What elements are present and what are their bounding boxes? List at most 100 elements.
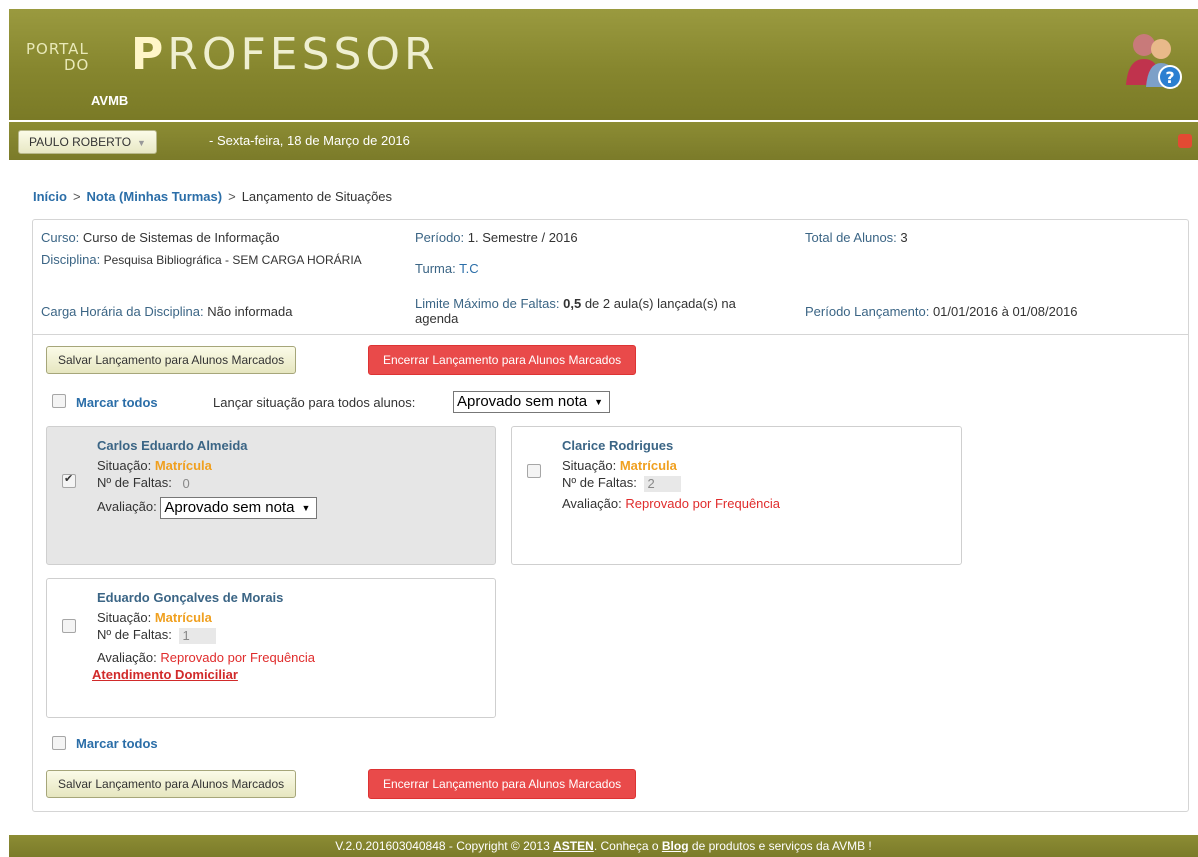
chevron-down-icon: ▼ — [301, 503, 311, 513]
current-date: - Sexta-feira, 18 de Março de 2016 — [209, 133, 410, 148]
launch-all-select[interactable]: Aprovado sem nota ▼ — [453, 391, 611, 413]
mark-all-label-bottom[interactable]: Marcar todos — [76, 736, 158, 751]
student-checkbox[interactable] — [62, 472, 76, 488]
footer: V.2.0.201603040848 - Copyright © 2013 AS… — [9, 835, 1198, 857]
student-name: Carlos Eduardo Almeida — [97, 438, 248, 453]
close-marked-button-bottom[interactable]: Encerrar Lançamento para Alunos Marcados — [368, 769, 637, 799]
student-faltas: Nº de Faltas: 1 — [97, 627, 217, 644]
student-name: Clarice Rodrigues — [562, 438, 674, 453]
power-icon[interactable] — [1178, 134, 1192, 148]
periodo-value: 1. Semestre / 2016 — [467, 230, 578, 245]
carga-horaria-label: Carga Horária da Disciplina: — [41, 304, 204, 319]
faltas-label: Nº de Faltas: — [562, 475, 637, 490]
student-name: Eduardo Gonçalves de Morais — [97, 590, 284, 605]
situacao-label: Situação: — [97, 610, 152, 625]
save-marked-button-bottom[interactable]: Salvar Lançamento para Alunos Marcados — [46, 770, 297, 798]
mark-all-checkbox[interactable] — [52, 394, 66, 408]
save-marked-button[interactable]: Salvar Lançamento para Alunos Marcados — [46, 346, 297, 374]
periodo-info: Período: 1. Semestre / 2016 — [415, 230, 578, 245]
svg-text:?: ? — [1165, 68, 1174, 87]
avaliacao-label: Avaliação: — [97, 650, 157, 665]
footer-text: . Conheça o — [593, 839, 659, 853]
limite-faltas-value: 0,5 — [563, 296, 582, 311]
user-bar: PAULO ROBERTO ▼ - Sexta-feira, 18 de Març… — [9, 122, 1198, 160]
limite-faltas-label: Limite Máximo de Faltas: — [415, 296, 560, 311]
footer-text-end: de produtos e serviços da AVMB ! — [691, 839, 872, 853]
user-menu-button[interactable]: PAULO ROBERTO ▼ — [18, 130, 157, 154]
carga-horaria-value: Não informada — [207, 304, 293, 319]
curso-value: Curso de Sistemas de Informação — [82, 230, 280, 245]
logo-line-do: DO — [64, 56, 90, 74]
logo-professor: PROFESSOR — [131, 29, 439, 80]
faltas-input: 2 — [644, 475, 682, 492]
breadcrumb-separator: > — [228, 189, 236, 204]
total-alunos-label: Total de Alunos: — [805, 230, 897, 245]
asten-link[interactable]: ASTEN — [553, 839, 594, 853]
situacao-value: Matrícula — [154, 458, 212, 473]
logo-initial: P — [131, 29, 168, 80]
student-situacao: Situação: Matrícula — [97, 458, 212, 473]
student-situacao: Situação: Matrícula — [562, 458, 677, 473]
logo-subtitle: AVMB — [91, 93, 129, 108]
situacao-label: Situação: — [97, 458, 152, 473]
faltas-input: 1 — [179, 627, 217, 644]
student-situacao: Situação: Matrícula — [97, 610, 212, 625]
curso-label: Curso: — [41, 230, 80, 245]
close-marked-button[interactable]: Encerrar Lançamento para Alunos Marcados — [368, 345, 637, 375]
avaliacao-value: Reprovado por Frequência — [160, 650, 316, 665]
student-faltas: Nº de Faltas: 2 — [562, 475, 682, 492]
total-alunos-info: Total de Alunos: 3 — [805, 230, 908, 245]
avaliacao-value: Aprovado sem nota — [164, 499, 295, 516]
faltas-label: Nº de Faltas: — [97, 627, 172, 642]
breadcrumb-separator: > — [72, 189, 81, 204]
student-faltas: Nº de Faltas: 0 — [97, 475, 216, 492]
footer-version: V.2.0.201603040848 - Copyright © 2013 — [335, 839, 550, 853]
avaliacao-label: Avaliação: — [97, 499, 157, 514]
situacao-value: Matrícula — [619, 458, 677, 473]
student-card[interactable]: Clarice Rodrigues Situação: Matrícula Nº… — [511, 426, 962, 565]
student-card[interactable]: Carlos Eduardo Almeida Situação: Matrícu… — [46, 426, 496, 565]
launch-all-value: Aprovado sem nota — [457, 393, 588, 410]
periodo-lancamento-label: Período Lançamento: — [805, 304, 930, 319]
faltas-input[interactable]: 0 — [179, 476, 216, 492]
total-alunos-value: 3 — [900, 230, 908, 245]
header-banner: PORTAL DO PROFESSOR AVMB ? — [9, 9, 1198, 120]
student-card[interactable]: Eduardo Gonçalves de Morais Situação: Ma… — [46, 578, 496, 718]
situacao-label: Situação: — [562, 458, 617, 473]
periodo-lancamento-info: Período Lançamento: 01/01/2016 à 01/08/2… — [805, 304, 1078, 319]
disciplina-label: Disciplina: — [41, 252, 101, 267]
avaliacao-value: Reprovado por Frequência — [625, 496, 781, 511]
breadcrumb-turmas-link[interactable]: Nota (Minhas Turmas) — [87, 189, 223, 204]
disciplina-value: Pesquisa Bibliográfica - SEM CARGA HORÁR… — [103, 253, 362, 267]
limite-faltas-info: Limite Máximo de Faltas: 0,5 de 2 aula(s… — [415, 296, 775, 326]
users-help-icon[interactable]: ? — [1124, 27, 1184, 91]
avaliacao-select[interactable]: Aprovado sem nota ▼ — [160, 497, 318, 519]
atendimento-domiciliar-link[interactable]: Atendimento Domiciliar — [92, 667, 238, 682]
breadcrumb: Início > Nota (Minhas Turmas) > Lançamento d… — [33, 189, 392, 204]
faltas-label: Nº de Faltas: — [97, 475, 172, 490]
avaliacao-label: Avaliação: — [562, 496, 622, 511]
periodo-lancamento-value: 01/01/2016 à 01/08/2016 — [932, 304, 1078, 319]
launch-all-label: Lançar situação para todos alunos: — [213, 395, 416, 410]
student-avaliacao: Avaliação: Reprovado por Frequência — [562, 496, 780, 511]
carga-horaria-info: Carga Horária da Disciplina: Não informa… — [41, 304, 292, 319]
breadcrumb-home-link[interactable]: Início — [33, 189, 67, 204]
mark-all-label[interactable]: Marcar todos — [76, 395, 158, 410]
blog-link[interactable]: Blog — [662, 839, 689, 853]
disciplina-info: Disciplina: Pesquisa Bibliográfica - SEM… — [41, 252, 391, 268]
curso-info: Curso: Curso de Sistemas de Informação — [41, 230, 279, 245]
student-avaliacao: Avaliação: Reprovado por Frequência — [97, 650, 315, 665]
mark-all-checkbox-bottom[interactable] — [52, 736, 66, 750]
student-avaliacao: Avaliação: Aprovado sem nota ▼ — [97, 496, 318, 519]
situacao-value: Matrícula — [154, 610, 212, 625]
class-info-panel: Curso: Curso de Sistemas de Informação P… — [32, 219, 1189, 336]
periodo-label: Período: — [415, 230, 465, 245]
chevron-down-icon: ▼ — [137, 138, 146, 148]
chevron-down-icon: ▼ — [594, 397, 604, 407]
logo-portal-do: PORTAL DO — [26, 41, 89, 73]
student-checkbox[interactable] — [62, 619, 76, 633]
breadcrumb-current: Lançamento de Situações — [241, 189, 393, 204]
student-checkbox[interactable] — [527, 464, 541, 478]
turma-info: Turma: T.C — [415, 261, 479, 276]
turma-value: T.C — [459, 261, 479, 276]
